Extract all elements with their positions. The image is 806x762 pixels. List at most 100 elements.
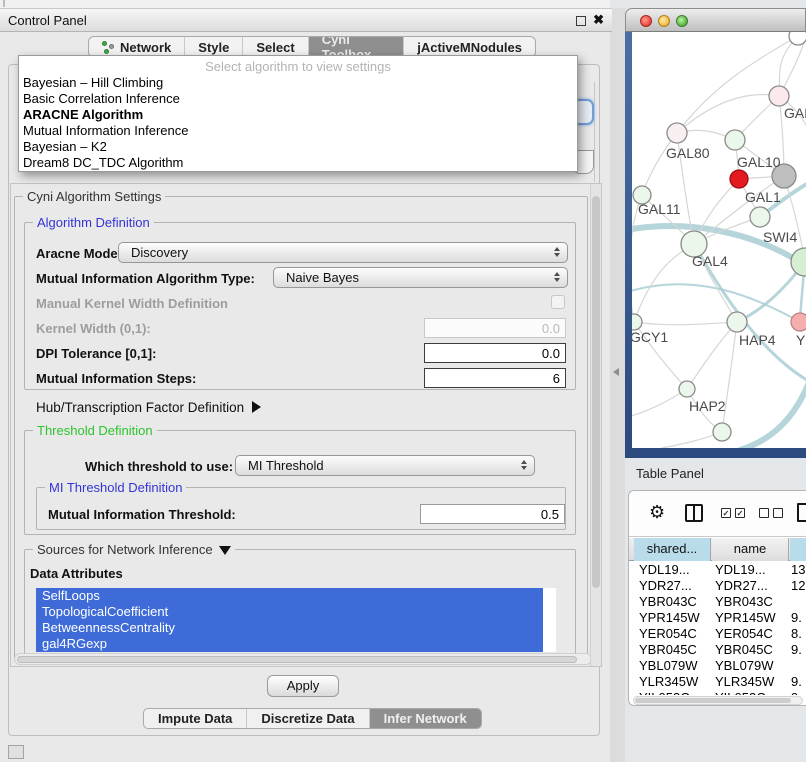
table-cell: YBR043C <box>639 594 697 610</box>
network-graph: GALGAL80GAL10GAL1GAL11SWI4GAL4GCY1HAP4YH… <box>632 32 806 448</box>
settings-horizontal-scrollbar[interactable] <box>14 653 592 665</box>
table-row[interactable]: YDR27...YDR27...12 <box>629 578 806 594</box>
divider-collapse-icon[interactable] <box>613 368 619 376</box>
network-node[interactable] <box>725 130 745 150</box>
float-window-icon[interactable] <box>576 16 586 26</box>
select-all-checkbox-icon[interactable]: ✓ <box>735 508 745 518</box>
network-node[interactable] <box>750 207 770 227</box>
network-node[interactable] <box>713 423 731 441</box>
algorithm-option[interactable]: Bayesian – K2 <box>19 139 577 155</box>
column-header-partial[interactable] <box>790 538 806 561</box>
mi-steps-field[interactable]: 6 <box>424 368 566 388</box>
data-attributes-label: Data Attributes <box>30 566 123 581</box>
table-row[interactable]: YER054CYER054C8. <box>629 626 806 642</box>
table-cell: 9. <box>791 642 802 658</box>
combo-spinner-icon <box>521 460 527 470</box>
tab-select[interactable]: Select <box>243 37 308 57</box>
dpi-tolerance-field[interactable]: 0.0 <box>424 343 566 363</box>
tab-infer-network[interactable]: Infer Network <box>370 709 481 728</box>
hscroll-thumb[interactable] <box>17 656 577 663</box>
algorithm-option[interactable]: Basic Correlation Inference <box>19 91 577 107</box>
data-attribute-item[interactable]: SelfLoops <box>36 588 543 604</box>
close-icon[interactable]: ✖ <box>593 12 604 28</box>
table-cell: 8. <box>791 626 802 642</box>
algorithm-dropdown-placeholder[interactable]: Select algorithm to view settings <box>19 56 577 75</box>
export-table-icon[interactable] <box>797 503 806 522</box>
mi-threshold-label: Mutual Information Threshold: <box>48 507 236 522</box>
tab-network[interactable]: Network <box>89 37 185 57</box>
network-node[interactable] <box>791 313 806 331</box>
network-node[interactable] <box>632 314 642 330</box>
tab-style[interactable]: Style <box>185 37 243 57</box>
table-horizontal-scrollbar[interactable] <box>633 696 803 705</box>
table-cell: YIL053C <box>639 690 690 695</box>
algorithm-option[interactable]: Dream8 DC_TDC Algorithm <box>19 155 577 171</box>
table-row[interactable]: YPR145WYPR145W9. <box>629 610 806 626</box>
apply-button[interactable]: Apply <box>267 675 339 697</box>
algorithm-option[interactable]: Mutual Information Inference <box>19 123 577 139</box>
table-hscroll-thumb[interactable] <box>635 698 791 703</box>
minimize-traffic-light-icon[interactable] <box>658 15 670 27</box>
control-panel-titlebar: Control Panel ✖ <box>0 8 612 32</box>
network-node[interactable] <box>730 170 748 188</box>
tab-discretize-data[interactable]: Discretize Data <box>247 709 369 728</box>
algorithm-option[interactable]: Bayesian – Hill Climbing <box>19 75 577 91</box>
network-node[interactable] <box>789 32 806 45</box>
network-edge <box>642 133 677 195</box>
network-node[interactable] <box>769 86 789 106</box>
select-all-checkbox-icon[interactable]: ✓ <box>721 508 731 518</box>
mi-algorithm-type-combo[interactable]: Naive Bayes <box>273 267 568 288</box>
tab-cyni-toolbox[interactable]: Cyni Toolbox <box>309 37 405 57</box>
bottom-tabbar: Impute Data Discretize Data Infer Networ… <box>143 708 482 729</box>
deselect-all-checkbox-icon[interactable] <box>773 508 783 518</box>
table-panel: ⚙ ✓ ✓ shared... name YDL19...YDL19...13Y… <box>628 490 806 706</box>
tab-impute-data[interactable]: Impute Data <box>144 709 247 728</box>
column-header-name[interactable]: name <box>712 538 789 561</box>
tab-jactivemnodules[interactable]: jActiveMNodules <box>404 37 535 57</box>
table-cell: 9. <box>791 674 802 690</box>
cyni-settings-title: Cyni Algorithm Settings <box>23 189 165 204</box>
zoom-traffic-light-icon[interactable] <box>676 15 688 27</box>
table-row[interactable]: YIL053CYIL053C9 <box>629 690 806 695</box>
table-row[interactable]: YBR043CYBR043C <box>629 594 806 610</box>
panel-dock-icon[interactable] <box>8 745 24 759</box>
columns-icon[interactable] <box>685 504 703 522</box>
table-row[interactable]: YLR345WYLR345W9. <box>629 674 806 690</box>
aracne-mode-combo[interactable]: Discovery <box>118 242 568 263</box>
hub-definition-toggle[interactable]: Hub/Transcription Factor Definition <box>36 400 261 415</box>
network-canvas[interactable]: GALGAL80GAL10GAL1GAL11SWI4GAL4GCY1HAP4YH… <box>632 32 806 448</box>
control-panel-title: Control Panel <box>8 13 87 28</box>
panel-divider[interactable] <box>610 8 625 762</box>
column-header-shared-name[interactable]: shared... <box>634 538 711 561</box>
data-attribute-item[interactable]: TopologicalCoefficient <box>36 604 543 620</box>
algorithm-option[interactable]: ARACNE Algorithm <box>19 107 577 123</box>
node-label: GAL10 <box>737 154 781 170</box>
network-node[interactable] <box>791 248 806 276</box>
manual-kernel-width-checkbox[interactable] <box>551 295 565 309</box>
which-threshold-value: MI Threshold <box>248 458 324 473</box>
kernel-width-label: Kernel Width (0,1): <box>36 321 151 336</box>
table-header: shared... name <box>629 538 806 561</box>
network-node[interactable] <box>679 381 695 397</box>
which-threshold-combo[interactable]: MI Threshold <box>235 455 535 476</box>
network-node[interactable] <box>667 123 687 143</box>
table-row[interactable]: YBR045CYBR045C9. <box>629 642 806 658</box>
table-row[interactable]: YBL079WYBL079W <box>629 658 806 674</box>
dpi-tolerance-label: DPI Tolerance [0,1]: <box>36 346 156 361</box>
gear-icon[interactable]: ⚙ <box>649 502 665 523</box>
data-attribute-item[interactable]: BetweennessCentrality <box>36 620 543 636</box>
table-cell: YIL053C <box>715 690 766 695</box>
attr-items: SelfLoopsTopologicalCoefficientBetweenne… <box>36 588 556 652</box>
network-window-titlebar[interactable] <box>625 8 806 32</box>
data-attribute-item[interactable]: gal4RGexp <box>36 636 543 652</box>
close-traffic-light-icon[interactable] <box>640 15 652 27</box>
kernel-width-field[interactable]: 0.0 <box>424 318 566 338</box>
vscroll-thumb[interactable] <box>592 196 600 588</box>
mi-threshold-field[interactable]: 0.5 <box>420 504 565 524</box>
tab-jactivemnodules-label: jActiveMNodules <box>417 40 522 55</box>
sources-title[interactable]: Sources for Network Inference <box>33 542 235 557</box>
data-attributes-list: SelfLoopsTopologicalCoefficientBetweenne… <box>36 588 556 652</box>
deselect-all-checkbox-icon[interactable] <box>759 508 769 518</box>
network-node[interactable] <box>727 312 747 332</box>
table-row[interactable]: YDL19...YDL19...13 <box>629 562 806 578</box>
